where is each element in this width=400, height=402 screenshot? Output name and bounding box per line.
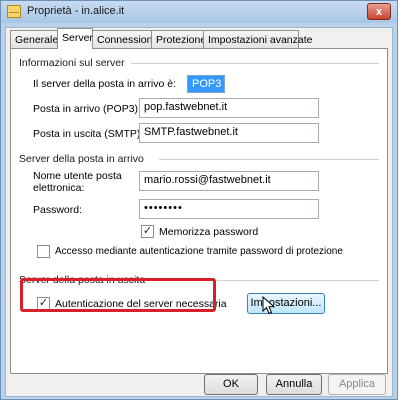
incoming-type-label: Il server della posta in arrivo è: xyxy=(33,78,176,90)
section-divider xyxy=(131,63,379,64)
annotation-highlight-box xyxy=(20,278,216,312)
dialog-client-area: Generale Server Connessione Protezione I… xyxy=(5,27,393,397)
title-bar: Proprietà - in.alice.it x xyxy=(1,1,397,23)
mouse-cursor-icon xyxy=(262,296,276,315)
password-input[interactable]: •••••••• xyxy=(139,199,319,219)
section-title-server-info: Informazioni sul server xyxy=(19,57,125,69)
tab-generale[interactable]: Generale xyxy=(10,30,58,48)
incoming-server-label: Posta in arrivo (POP3): xyxy=(33,103,141,115)
tab-impostazioni-avanzate[interactable]: Impostazioni avanzate xyxy=(203,30,312,48)
section-divider xyxy=(159,159,379,160)
tab-connessione[interactable]: Connessione xyxy=(92,30,158,48)
cancel-button[interactable]: Annulla xyxy=(266,374,322,395)
tab-protezione[interactable]: Protezione xyxy=(151,30,206,48)
username-label-line1: Nome utente posta xyxy=(33,170,122,182)
incoming-type-value[interactable]: POP3 xyxy=(187,75,225,93)
password-label: Password: xyxy=(33,204,83,216)
apply-button[interactable]: Applica xyxy=(328,374,386,395)
username-input[interactable]: mario.rossi@fastwebnet.it xyxy=(139,171,319,191)
outgoing-server-label: Posta in uscita (SMTP): xyxy=(33,128,144,140)
remember-password-label: Memorizza password xyxy=(159,226,259,238)
username-label-line2: elettronica: xyxy=(33,182,85,194)
envelope-icon xyxy=(7,5,21,18)
properties-dialog: Proprietà - in.alice.it x Generale Serve… xyxy=(0,0,398,400)
section-title-incoming: Server della posta in arrivo xyxy=(19,153,144,165)
remember-password-checkbox[interactable]: ✓ xyxy=(141,225,154,238)
outgoing-server-input[interactable]: SMTP.fastwebnet.it xyxy=(139,123,319,143)
spa-label: Accesso mediante autenticazione tramite … xyxy=(55,246,343,257)
tab-server[interactable]: Server xyxy=(57,28,93,49)
server-tab-panel: Informazioni sul server Il server della … xyxy=(10,48,388,374)
close-button[interactable]: x xyxy=(367,3,391,20)
ok-button[interactable]: OK xyxy=(204,374,258,395)
settings-button[interactable]: Impostazioni... xyxy=(247,293,325,314)
incoming-server-input[interactable]: pop.fastwebnet.it xyxy=(139,98,319,118)
window-title: Proprietà - in.alice.it xyxy=(27,5,125,17)
spa-checkbox[interactable] xyxy=(37,245,50,258)
